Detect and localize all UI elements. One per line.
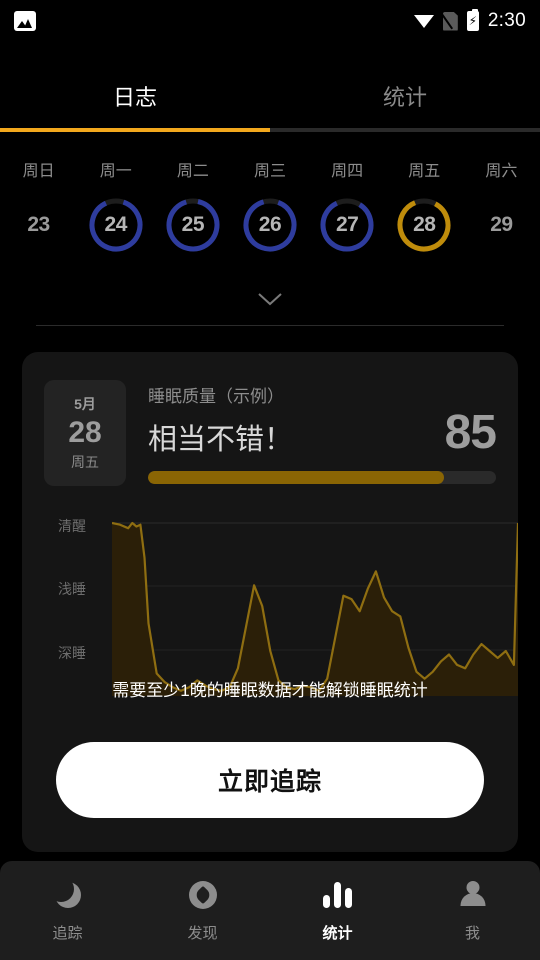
weekday-cell: 周五 xyxy=(386,155,463,189)
y-tick-deep: 深睡 xyxy=(58,645,86,661)
date-weekday: 周五 xyxy=(71,453,99,470)
status-bar-right: ⚡ 2:30 xyxy=(413,9,526,32)
chevron-down-icon xyxy=(258,293,282,306)
week-strip: 周日 周一 周二 周三 周四 周五 周六 23 24 25 26 27 28 2… xyxy=(0,155,540,253)
weekday-label: 周日 xyxy=(22,163,55,180)
weekday-cell: 周六 xyxy=(463,155,540,189)
expand-week-button[interactable] xyxy=(0,290,540,308)
day-cell-25[interactable]: 25 xyxy=(154,197,231,253)
status-bar-clock: 2:30 xyxy=(487,10,526,31)
chart-line xyxy=(112,521,518,692)
nav-item-me[interactable]: 我 xyxy=(405,861,540,960)
day-number-row: 23 24 25 26 27 28 29 xyxy=(0,197,540,253)
nav-label-stats: 统计 xyxy=(322,925,353,942)
weekday-label: 周四 xyxy=(331,163,364,180)
quality-verdict: 相当不错！ xyxy=(148,423,294,456)
day-ring-24: 24 xyxy=(88,197,144,253)
quality-row: 相当不错！ 85 xyxy=(148,406,497,459)
bar-chart-icon xyxy=(323,878,352,912)
status-bar-left xyxy=(14,11,36,31)
day-cell-27[interactable]: 27 xyxy=(309,197,386,253)
date-day: 28 xyxy=(68,416,102,450)
compass-icon xyxy=(188,878,217,912)
wifi-icon xyxy=(413,13,434,29)
tab-stats[interactable]: 统计 xyxy=(270,60,540,132)
photo-icon xyxy=(14,11,36,31)
status-bar: ⚡ 2:30 xyxy=(0,0,540,42)
moon-icon xyxy=(47,876,81,912)
weekday-cell: 周二 xyxy=(154,155,231,189)
quality-progress-fill xyxy=(148,471,444,484)
chart-y-axis: 清醒 浅睡 深睡 xyxy=(58,506,118,736)
weekday-cell: 周一 xyxy=(77,155,154,189)
day-ring-23: 23 xyxy=(11,197,67,253)
weekday-label: 周一 xyxy=(99,163,132,180)
y-tick-light: 浅睡 xyxy=(58,581,86,597)
day-ring-26: 26 xyxy=(242,197,298,253)
section-divider xyxy=(36,325,504,326)
chart-gridlines xyxy=(112,522,518,651)
day-cell-26[interactable]: 26 xyxy=(231,197,308,253)
weekday-label: 周二 xyxy=(176,163,209,180)
day-cell-23[interactable]: 23 xyxy=(0,197,77,253)
locked-message: 需要至少1晚的睡眠数据才能解锁睡眠统计 xyxy=(112,681,428,700)
day-number: 24 xyxy=(104,213,128,236)
day-number: 23 xyxy=(27,213,50,236)
quality-score: 85 xyxy=(444,406,497,459)
card-header: 5月 28 周五 睡眠质量（示例） 相当不错！ 85 xyxy=(22,352,518,486)
day-number: 26 xyxy=(258,213,282,236)
tab-underline xyxy=(0,128,540,132)
tab-active-indicator xyxy=(0,128,270,132)
day-ring-25: 25 xyxy=(165,197,221,253)
weekday-label: 周五 xyxy=(408,163,441,180)
nav-item-stats[interactable]: 统计 xyxy=(270,861,405,960)
app-screen: ⚡ 2:30 日志 统计 周日 周一 周二 周三 周四 周五 周六 23 24 … xyxy=(0,0,540,960)
day-cell-24[interactable]: 24 xyxy=(77,197,154,253)
day-number: 25 xyxy=(181,213,205,236)
weekday-label: 周三 xyxy=(253,163,286,180)
card-header-right: 睡眠质量（示例） 相当不错！ 85 xyxy=(148,380,497,486)
weekday-cell: 周日 xyxy=(0,155,77,189)
weekday-cell: 周三 xyxy=(231,155,308,189)
nav-label-track: 追踪 xyxy=(52,925,83,942)
bottom-navigation: 追踪 发现 统计 我 xyxy=(0,861,540,960)
battery-charging-icon: ⚡ xyxy=(466,9,479,31)
tab-log[interactable]: 日志 xyxy=(0,60,270,132)
top-tabs: 日志 统计 xyxy=(0,60,540,132)
track-now-button[interactable]: 立即追踪 xyxy=(56,742,484,818)
sim-no-signal-icon xyxy=(439,10,458,31)
date-month: 5月 xyxy=(74,396,96,413)
day-number: 27 xyxy=(335,213,359,236)
date-block: 5月 28 周五 xyxy=(44,380,126,486)
nav-item-track[interactable]: 追踪 xyxy=(0,861,135,960)
nav-label-me: 我 xyxy=(464,925,480,942)
y-tick-awake: 清醒 xyxy=(58,518,86,534)
day-cell-28[interactable]: 28 xyxy=(386,197,463,253)
quality-progress-bar xyxy=(148,471,496,484)
weekday-name-row: 周日 周一 周二 周三 周四 周五 周六 xyxy=(0,155,540,189)
weekday-cell: 周四 xyxy=(309,155,386,189)
quality-title: 睡眠质量（示例） xyxy=(148,387,284,406)
chart-area-fill xyxy=(112,523,518,696)
nav-item-discover[interactable]: 发现 xyxy=(135,861,270,960)
day-ring-27: 27 xyxy=(319,197,375,253)
day-ring-28: 28 xyxy=(396,197,452,253)
day-ring-29: 29 xyxy=(473,197,529,253)
nav-label-discover: 发现 xyxy=(187,925,218,942)
sleep-chart: 清醒 浅睡 深睡 xyxy=(22,506,518,736)
day-number: 28 xyxy=(413,213,436,236)
day-cell-29[interactable]: 29 xyxy=(463,197,540,253)
day-number: 29 xyxy=(490,213,513,236)
weekday-label: 周六 xyxy=(485,163,518,180)
person-icon xyxy=(459,878,487,912)
